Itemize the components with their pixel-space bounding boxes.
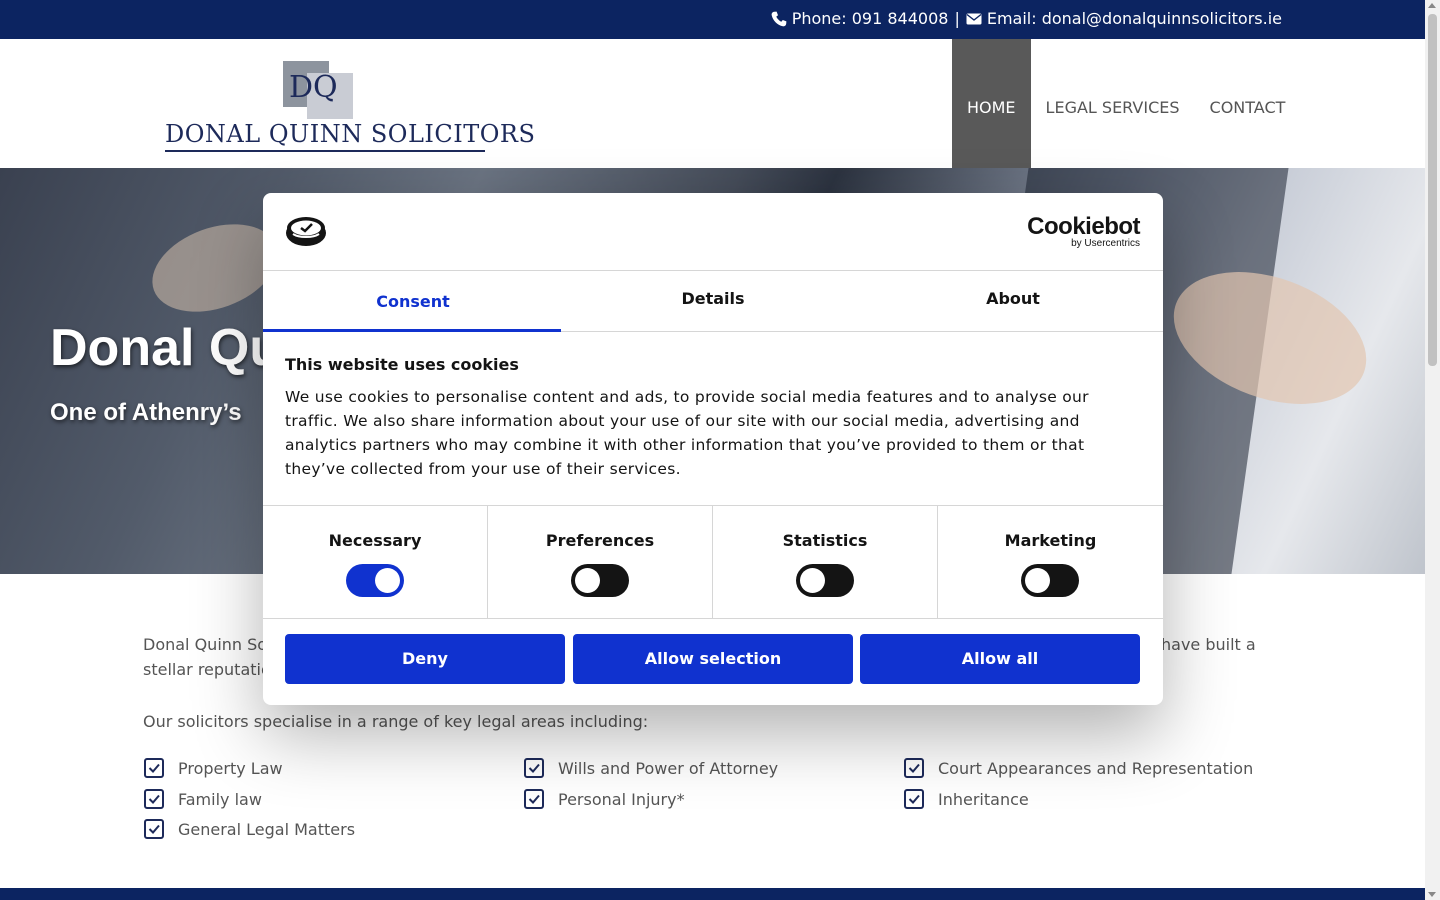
- tab-consent[interactable]: Consent: [263, 271, 563, 332]
- dialog-header: Cookiebot by Usercentrics: [263, 193, 1163, 271]
- cookie-consent-dialog: Cookiebot by Usercentrics Consent Detail…: [263, 193, 1163, 705]
- cookie-category-toggles: Necessary Preferences Statistics Marketi…: [263, 505, 1163, 619]
- switch-knob: [375, 568, 400, 593]
- marketing-switch[interactable]: [1021, 564, 1079, 597]
- cookiebot-brand-sub: by Usercentrics: [1071, 238, 1140, 249]
- tab-about[interactable]: About: [863, 271, 1163, 331]
- toggle-preferences: Preferences: [488, 506, 713, 619]
- toggle-marketing: Marketing: [938, 506, 1163, 619]
- scroll-down-arrow-icon[interactable]: [1428, 892, 1436, 897]
- allow-selection-button[interactable]: Allow selection: [573, 634, 853, 684]
- statistics-switch[interactable]: [796, 564, 854, 597]
- dialog-description: We use cookies to personalise content an…: [285, 388, 1089, 478]
- allow-all-button[interactable]: Allow all: [860, 634, 1140, 684]
- scrollbar-thumb[interactable]: [1428, 14, 1437, 366]
- cookiebot-brand-name: Cookiebot: [1027, 213, 1140, 240]
- scroll-up-arrow-icon[interactable]: [1428, 3, 1436, 8]
- cookiebot-logo-icon: [286, 217, 326, 246]
- toggle-label: Statistics: [782, 531, 868, 550]
- page-scrollbar[interactable]: [1425, 0, 1440, 900]
- toggle-necessary: Necessary: [263, 506, 488, 619]
- preferences-switch[interactable]: [571, 564, 629, 597]
- tab-details[interactable]: Details: [563, 271, 863, 331]
- toggle-label: Necessary: [328, 531, 422, 550]
- toggle-label: Marketing: [1004, 531, 1097, 550]
- dialog-buttons: Deny Allow selection Allow all: [285, 634, 1141, 684]
- switch-knob: [575, 568, 600, 593]
- switch-knob: [1025, 568, 1050, 593]
- dialog-body: This website uses cookies We use cookies…: [285, 355, 1105, 481]
- dialog-heading: This website uses cookies: [285, 355, 519, 374]
- deny-button[interactable]: Deny: [285, 634, 565, 684]
- cookiebot-brand[interactable]: Cookiebot by Usercentrics: [1027, 215, 1140, 249]
- toggle-label: Preferences: [545, 531, 655, 550]
- toggle-statistics: Statistics: [713, 506, 938, 619]
- switch-knob: [800, 568, 825, 593]
- dialog-tabs: Consent Details About: [263, 271, 1163, 332]
- necessary-switch[interactable]: [346, 564, 404, 597]
